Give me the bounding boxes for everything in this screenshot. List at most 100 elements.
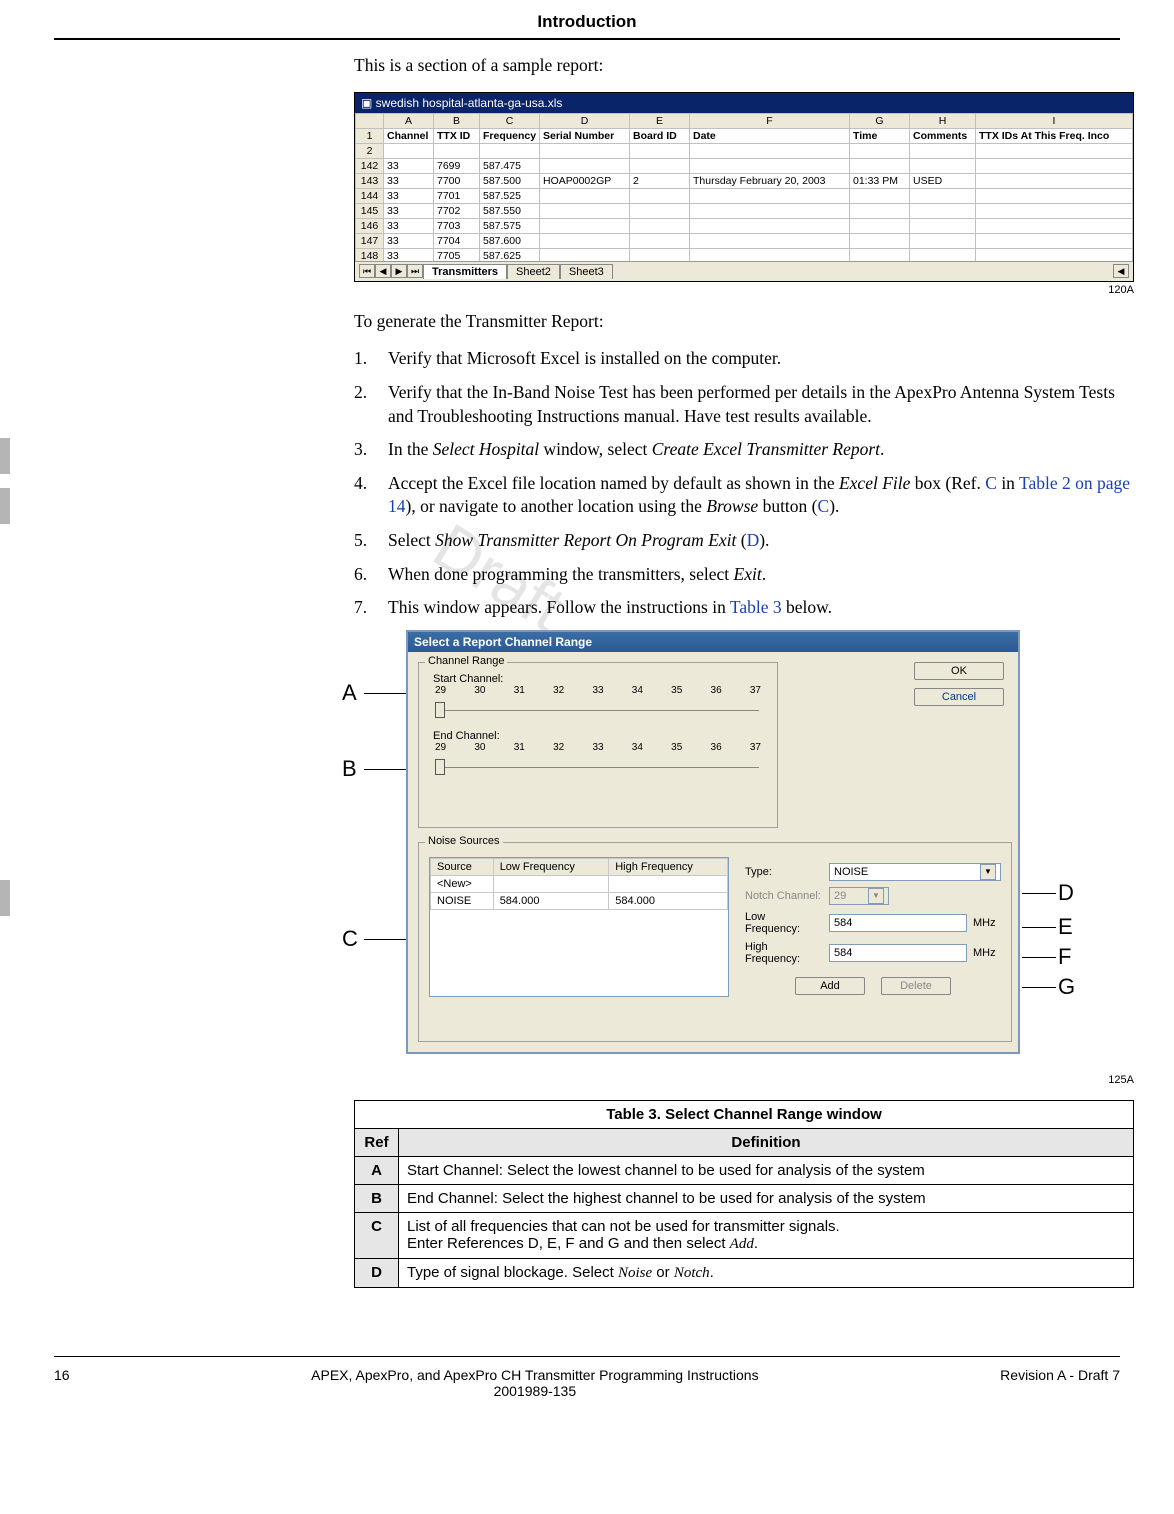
chevron-down-icon: ▼ <box>868 888 884 904</box>
col-letter: F <box>690 113 850 128</box>
start-channel-label: Start Channel: <box>433 673 763 685</box>
col-header: TTX ID <box>434 128 480 143</box>
end-channel-label: End Channel: <box>433 730 763 742</box>
high-freq-input[interactable]: 584 <box>829 944 967 962</box>
ns-col-header: High Frequency <box>609 858 728 875</box>
type-label: Type: <box>745 866 823 878</box>
excel-data-row: 145337702587.550 <box>356 203 1133 218</box>
ns-col-header: Low Frequency <box>493 858 609 875</box>
callout-A: A <box>342 680 357 706</box>
excel-data-row: 146337703587.575 <box>356 218 1133 233</box>
sheet-tab[interactable]: Sheet2 <box>507 264 560 279</box>
callout-line <box>1022 927 1056 928</box>
footer-revision: Revision A - Draft 7 <box>1000 1367 1120 1399</box>
content-column: This is a section of a sample report: ▣ … <box>354 54 1134 1288</box>
excel-corner <box>356 113 384 128</box>
callout-C: C <box>342 926 358 952</box>
excel-data-row: 143337700587.500HOAP0002GP2Thursday Febr… <box>356 173 1133 188</box>
callout-line <box>1022 893 1056 894</box>
high-frequency-field: High Frequency: 584 MHz <box>745 941 1001 965</box>
footer-rule <box>54 1356 1120 1357</box>
add-button[interactable]: Add <box>795 977 865 995</box>
step-7: This window appears. Follow the instruct… <box>354 596 1134 620</box>
col-letter: B <box>434 113 480 128</box>
header-rule <box>54 38 1120 40</box>
col-header: Date <box>690 128 850 143</box>
edge-tab <box>0 488 10 524</box>
callout-F: F <box>1058 944 1071 970</box>
step-1: Verify that Microsoft Excel is installed… <box>354 347 1134 371</box>
col-header: Frequency <box>480 128 540 143</box>
sheet-tab[interactable]: Sheet3 <box>560 264 613 279</box>
ok-button[interactable]: OK <box>914 662 1004 680</box>
noise-source-row[interactable]: <New> <box>431 875 728 892</box>
notch-label: Notch Channel: <box>745 890 823 902</box>
end-channel-slider[interactable] <box>433 755 763 773</box>
col-header: Comments <box>910 128 976 143</box>
sheet-nav-next-icon[interactable]: ▶ <box>391 264 407 278</box>
sheet-tab-active[interactable]: Transmitters <box>423 264 507 279</box>
running-header: Introduction <box>54 0 1120 32</box>
table-row: DType of signal blockage. Select Noise o… <box>355 1258 1134 1287</box>
excel-header-row: 1 Channel TTX ID Frequency Serial Number… <box>356 128 1133 143</box>
notch-dropdown: 29▼ <box>829 887 889 905</box>
table-3: Table 3. Select Channel Range window Ref… <box>354 1100 1134 1288</box>
page-footer: 16 APEX, ApexPro, and ApexPro CH Transmi… <box>54 1348 1120 1399</box>
col-letter: H <box>910 113 976 128</box>
channel-range-group: Channel Range Start Channel: 29303132333… <box>418 662 778 828</box>
scroll-left-icon[interactable]: ◀ <box>1113 264 1129 278</box>
step-4: Accept the Excel file location named by … <box>354 472 1134 519</box>
type-dropdown[interactable]: NOISE▼ <box>829 863 1001 881</box>
low-freq-input[interactable]: 584 <box>829 914 967 932</box>
col-letter: G <box>850 113 910 128</box>
col-letter: A <box>384 113 434 128</box>
excel-grid: A B C D E F G H I 1 Channel TTX ID Frequ… <box>355 113 1133 264</box>
table-title: Table 3. Select Channel Range window <box>355 1100 1134 1128</box>
delete-button: Delete <box>881 977 951 995</box>
excel-data-row: 147337704587.600 <box>356 233 1133 248</box>
table-ref-header: Ref <box>355 1128 399 1156</box>
callout-line <box>1022 987 1056 988</box>
intro-paragraph: This is a section of a sample report: <box>354 54 1134 78</box>
sheet-nav-prev-icon[interactable]: ◀ <box>375 264 391 278</box>
edge-tab <box>0 880 10 916</box>
table-row: AStart Channel: Select the lowest channe… <box>355 1156 1134 1184</box>
noise-source-row[interactable]: NOISE584.000584.000 <box>431 892 728 909</box>
figure-label: 125A <box>354 1074 1134 1086</box>
notch-channel-field: Notch Channel: 29▼ <box>745 887 1001 905</box>
callout-E: E <box>1058 914 1073 940</box>
procedure-steps: Verify that Microsoft Excel is installed… <box>354 347 1134 620</box>
group-legend: Noise Sources <box>425 835 503 847</box>
step-2: Verify that the In-Band Noise Test has b… <box>354 381 1134 428</box>
noise-sources-group: Noise Sources Source Low Frequency High … <box>418 842 1012 1042</box>
footer-doc-number: 2001989-135 <box>70 1383 1001 1399</box>
col-letter: C <box>480 113 540 128</box>
unit-label: MHz <box>973 917 1001 929</box>
chevron-down-icon[interactable]: ▼ <box>980 864 996 880</box>
footer-doc-title: APEX, ApexPro, and ApexPro CH Transmitte… <box>70 1367 1001 1383</box>
end-channel-ticks: 293031323334353637 <box>433 742 763 753</box>
step-6: When done programming the transmitters, … <box>354 563 1134 587</box>
step-5: Select Show Transmitter Report On Progra… <box>354 529 1134 553</box>
footer-center: APEX, ApexPro, and ApexPro CH Transmitte… <box>70 1367 1001 1399</box>
excel-blank-row: 2 <box>356 143 1133 158</box>
table-row: CList of all frequencies that can not be… <box>355 1212 1134 1258</box>
edge-tab <box>0 438 10 474</box>
sheet-nav-last-icon[interactable]: ⏭ <box>407 264 423 278</box>
start-channel-slider[interactable] <box>433 698 763 716</box>
select-channel-range-dialog: Select a Report Channel Range Channel Ra… <box>406 630 1020 1054</box>
start-channel-ticks: 293031323334353637 <box>433 685 763 696</box>
sheet-nav-first-icon[interactable]: ⏮ <box>359 264 375 278</box>
excel-data-row: 142337699587.475 <box>356 158 1133 173</box>
col-header: Serial Number <box>540 128 630 143</box>
excel-data-row: 144337701587.525 <box>356 188 1133 203</box>
excel-app-icon: ▣ <box>361 96 376 110</box>
low-freq-label: Low Frequency: <box>745 911 823 935</box>
page-edge-tabs <box>0 438 10 538</box>
col-header: TTX IDs At This Freq. Inco <box>976 128 1133 143</box>
cancel-button[interactable]: Cancel <box>914 688 1004 706</box>
table-def-header: Definition <box>399 1128 1134 1156</box>
noise-sources-list[interactable]: Source Low Frequency High Frequency <New… <box>429 857 729 997</box>
generate-heading: To generate the Transmitter Report: <box>354 310 1134 334</box>
page: Introduction Draft This is a section of … <box>0 0 1174 1439</box>
